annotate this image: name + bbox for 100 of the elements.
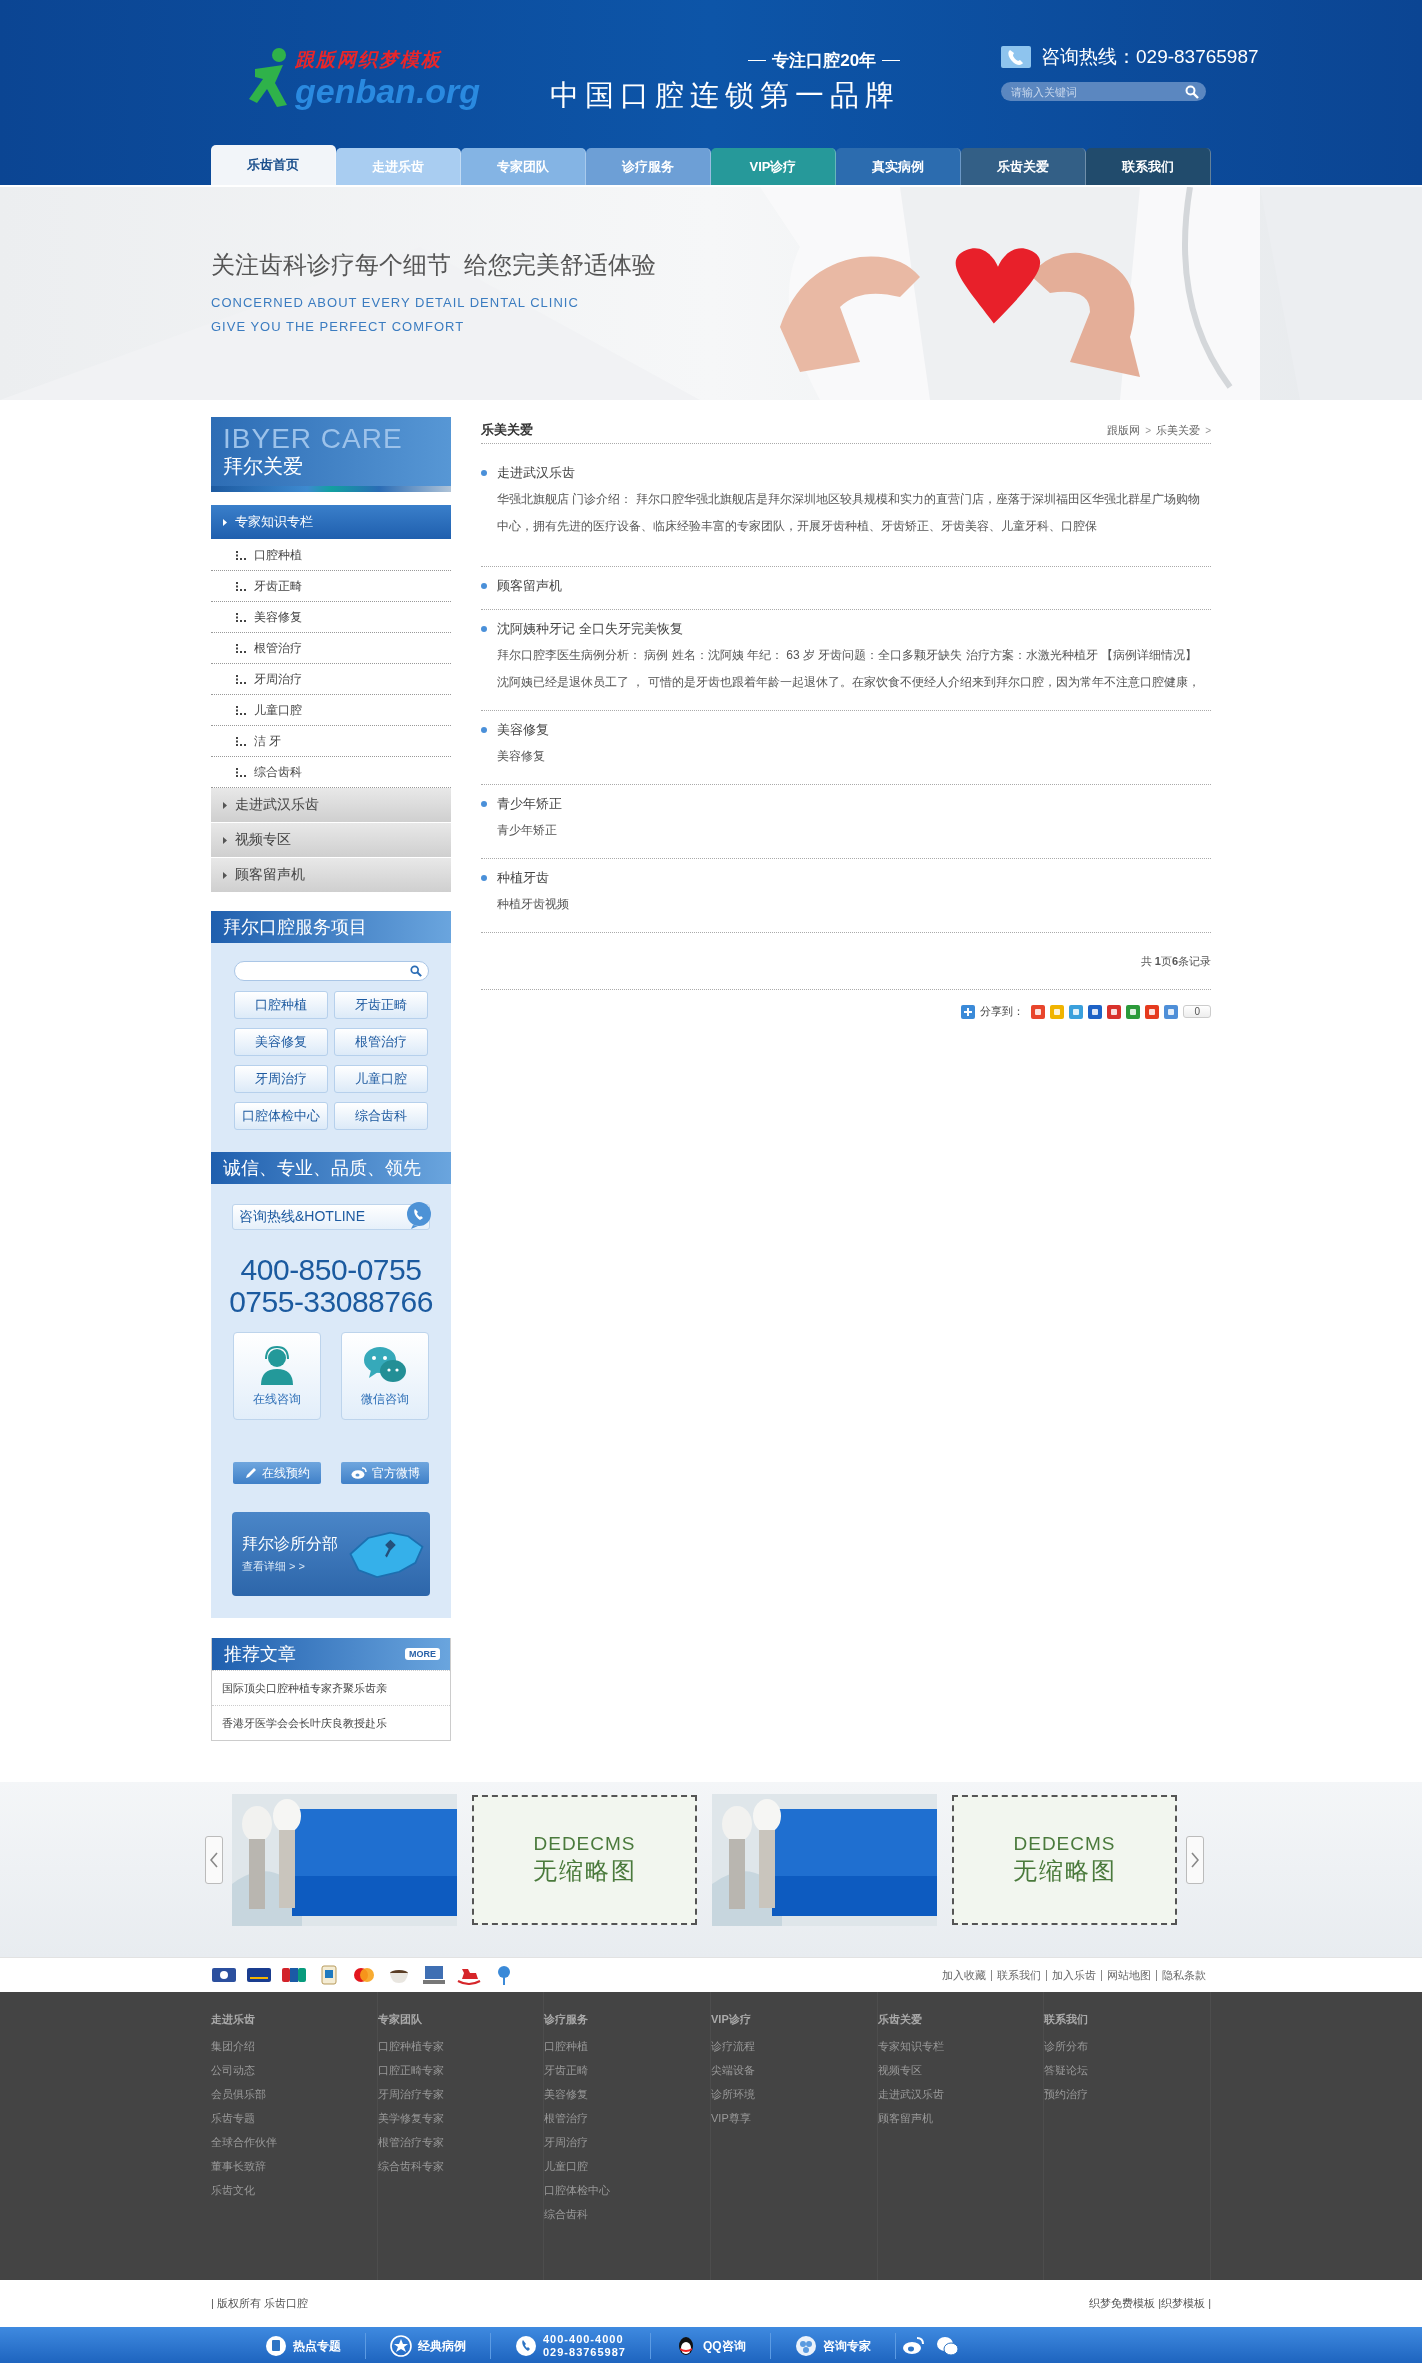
article-title[interactable]: 沈阿姨种牙记 全口失牙完美恢复 <box>497 620 683 638</box>
service-button[interactable]: 儿童口腔 <box>334 1065 428 1093</box>
article-title[interactable]: 美容修复 <box>497 721 549 739</box>
footer-link[interactable]: 口腔体检中心 <box>544 2183 710 2198</box>
footer-link[interactable]: 诊所环境 <box>711 2087 877 2102</box>
footer-link[interactable]: 全球合作伙伴 <box>211 2135 377 2150</box>
sidebar-item[interactable]: 走进武汉乐齿 <box>211 788 451 823</box>
toolbar-link[interactable]: 咨询专家 <box>770 2333 896 2359</box>
dots-icon <box>236 674 246 684</box>
footer-link[interactable]: VIP尊享 <box>711 2111 877 2126</box>
sidebar-subitem[interactable]: 美容修复 <box>211 602 451 633</box>
footer-link[interactable]: 综合齿科 <box>544 2207 710 2222</box>
footer-link[interactable]: 隐私条款 <box>1156 1969 1211 1981</box>
footer-heading: 诊疗服务 <box>544 2012 590 2027</box>
footer-link[interactable]: 诊所分布 <box>1044 2039 1211 2054</box>
banner-subline: CONCERNED ABOUT EVERY DETAIL DENTAL CLINIC <box>211 294 580 312</box>
toolbar-link[interactable]: QQ咨询 <box>650 2333 771 2359</box>
search-field[interactable] <box>233 961 429 981</box>
sidebar-subitem[interactable]: 口腔种植 <box>211 540 451 571</box>
branch-card[interactable]: 拜尔诊所分部 查看详细 > > <box>232 1512 430 1596</box>
sidebar-subitem[interactable]: 根管治疗 <box>211 633 451 664</box>
footer-link[interactable]: 美容修复 <box>544 2087 710 2102</box>
branch-title: 拜尔诊所分部 <box>242 1534 338 1554</box>
footer-link[interactable]: 董事长致辞 <box>211 2159 377 2174</box>
footer-link[interactable]: 口腔种植专家 <box>377 2039 544 2054</box>
consult-button[interactable]: 微信咨询 <box>341 1332 429 1420</box>
sidebar-subitem[interactable]: 儿童口腔 <box>211 695 451 726</box>
toolbar-link[interactable]: 热点专题 <box>241 2333 366 2359</box>
footer-link[interactable]: 根管治疗专家 <box>377 2135 544 2150</box>
breadcrumb-link[interactable]: 乐美关爱 <box>1156 422 1201 438</box>
footer-link[interactable]: 走进武汉乐齿 <box>877 2087 1044 2102</box>
footer-link[interactable]: 美学修复专家 <box>377 2111 544 2126</box>
action-button[interactable]: 在线预约 <box>233 1462 321 1484</box>
footer-link[interactable]: 答疑论坛 <box>1044 2063 1211 2078</box>
service-button[interactable]: 综合齿科 <box>334 1102 428 1130</box>
footer-link[interactable]: 会员俱乐部 <box>211 2087 377 2102</box>
toolbar-link[interactable]: 经典病例 <box>366 2333 491 2359</box>
footer-link[interactable]: 尖端设备 <box>711 2063 877 2078</box>
footer-link[interactable]: 综合齿科专家 <box>377 2159 544 2174</box>
footer-link[interactable]: 加入收藏 <box>937 1969 991 1981</box>
share-label: 分享到： <box>980 1004 1025 1019</box>
article-title[interactable]: 青少年矫正 <box>497 795 562 813</box>
nav-tab[interactable]: 乐齿首页 <box>211 145 336 185</box>
service-button[interactable]: 口腔种植 <box>234 991 328 1019</box>
computer-icon <box>421 1965 447 1985</box>
sidebar-item[interactable]: 顾客留声机 <box>211 858 451 893</box>
footer-link[interactable]: 诊疗流程 <box>711 2039 877 2054</box>
service-button[interactable]: 口腔体检中心 <box>234 1102 328 1130</box>
more-link[interactable]: MORE <box>405 1648 440 1660</box>
toolbar-link[interactable]: 400-400-4000 029-83765987 <box>491 2333 651 2359</box>
footer-link[interactable]: 牙齿正畸 <box>544 2063 710 2078</box>
service-button[interactable]: 牙周治疗 <box>234 1065 328 1093</box>
footer-link[interactable]: 乐齿文化 <box>211 2183 377 2198</box>
consult-button[interactable]: 在线咨询 <box>233 1332 321 1420</box>
search-field[interactable]: 请输入关键词 <box>1001 82 1206 101</box>
footer-link[interactable]: 口腔种植 <box>544 2039 710 2054</box>
breadcrumb-link[interactable]: 跟版网 <box>1107 422 1141 438</box>
share-count: 0 <box>1183 1005 1211 1018</box>
sidebar-item[interactable]: 专家知识专栏 <box>211 505 451 540</box>
footer-link[interactable]: 集团介绍 <box>211 2039 377 2054</box>
article-link[interactable]: 国际顶尖口腔种植专家齐聚乐齿亲 <box>212 1670 450 1705</box>
footer-link[interactable]: 口腔正畸专家 <box>377 2063 544 2078</box>
article-title[interactable]: 种植牙齿 <box>497 869 549 887</box>
footer-link[interactable]: 乐齿专题 <box>211 2111 377 2126</box>
article-link[interactable]: 香港牙医学会会长叶庆良教授赴乐 <box>212 1705 450 1740</box>
footer-link[interactable]: 根管治疗 <box>544 2111 710 2126</box>
sidebar-subitem[interactable]: 牙周治疗 <box>211 664 451 695</box>
footer-link[interactable]: 牙周治疗专家 <box>377 2087 544 2102</box>
nav-tab[interactable]: 诊疗服务 <box>586 148 711 185</box>
nav-tab[interactable]: 真实病例 <box>836 148 961 185</box>
branch-link: 查看详细 > > <box>242 1559 306 1574</box>
footer-link[interactable]: 顾客留声机 <box>877 2111 1044 2126</box>
footer-link[interactable]: 联系我们 <box>991 1969 1046 1981</box>
footer-link[interactable]: 儿童口腔 <box>544 2159 710 2174</box>
breadcrumb-separator: > <box>1205 424 1211 436</box>
footer-link[interactable]: 预约治疗 <box>1044 2087 1211 2102</box>
next-button[interactable] <box>1186 1836 1204 1884</box>
previous-button[interactable] <box>205 1836 223 1884</box>
search-icon <box>1185 85 1199 99</box>
chevron-left-icon <box>210 1852 218 1868</box>
footer-link[interactable]: 视频专区 <box>877 2063 1044 2078</box>
sidebar-subitem[interactable]: 洁 牙 <box>211 726 451 757</box>
nav-tab[interactable]: 联系我们 <box>1086 148 1211 185</box>
service-button[interactable]: 根管治疗 <box>334 1028 428 1056</box>
article-title[interactable]: 走进武汉乐齿 <box>497 464 575 482</box>
sidebar-item[interactable]: 视频专区 <box>211 823 451 858</box>
footer-link[interactable]: 专家知识专栏 <box>877 2039 1044 2054</box>
nav-tab[interactable]: VIP诊疗 <box>711 148 836 185</box>
footer-link[interactable]: 加入乐齿 <box>1046 1969 1101 1981</box>
footer-link[interactable]: 牙周治疗 <box>544 2135 710 2150</box>
placeholder-text: 无缩略图 <box>1012 1856 1117 1886</box>
footer-link[interactable]: 网站地图 <box>1101 1969 1156 1981</box>
service-button[interactable]: 美容修复 <box>234 1028 328 1056</box>
sidebar-subitem[interactable]: 牙齿正畸 <box>211 571 451 602</box>
footer-link[interactable]: 公司动态 <box>211 2063 377 2078</box>
service-button[interactable]: 牙齿正畸 <box>334 991 428 1019</box>
action-button[interactable]: 官方微博 <box>341 1462 429 1484</box>
nav-tab[interactable]: 乐齿关爱 <box>961 148 1086 185</box>
article-title[interactable]: 顾客留声机 <box>497 577 562 595</box>
weibo-icon <box>901 2335 924 2357</box>
